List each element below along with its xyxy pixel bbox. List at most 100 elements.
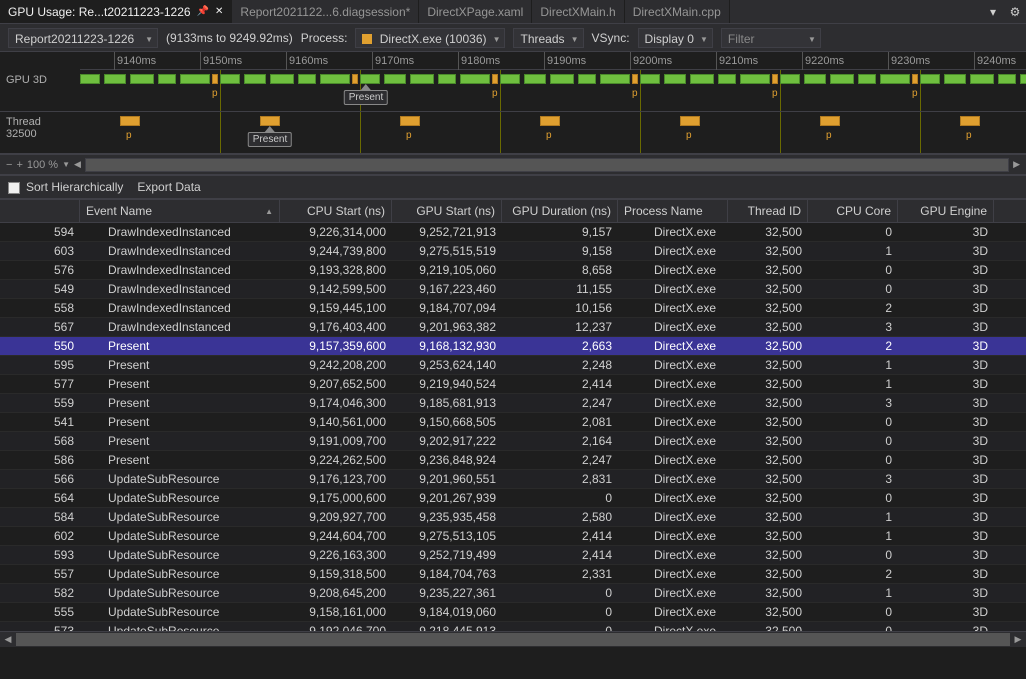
lane-track-thread[interactable]: pppppppPresent xyxy=(80,112,1026,153)
gpu-work-segment[interactable] xyxy=(970,74,994,84)
table-row[interactable]: 557UpdateSubResource9,159,318,5009,184,7… xyxy=(0,565,1026,584)
gpu-work-segment[interactable] xyxy=(550,74,574,84)
col-gpu-duration[interactable]: GPU Duration (ns) xyxy=(502,200,618,222)
gpu-work-segment[interactable] xyxy=(410,74,434,84)
thread-work-segment[interactable] xyxy=(400,116,420,126)
present-marker[interactable] xyxy=(212,74,218,84)
gpu-work-segment[interactable] xyxy=(80,74,100,84)
gpu-work-segment[interactable] xyxy=(998,74,1016,84)
grid-body[interactable]: 594DrawIndexedInstanced9,226,314,0009,25… xyxy=(0,223,1026,631)
gpu-work-segment[interactable] xyxy=(384,74,406,84)
gpu-work-segment[interactable] xyxy=(640,74,660,84)
gpu-work-segment[interactable] xyxy=(880,74,910,84)
sort-hierarchically-checkbox[interactable]: Sort Hierarchically xyxy=(8,180,123,194)
table-row[interactable]: 602UpdateSubResource9,244,604,7009,275,5… xyxy=(0,527,1026,546)
table-row[interactable]: 566UpdateSubResource9,176,123,7009,201,9… xyxy=(0,470,1026,489)
tab-directxpage[interactable]: DirectXPage.xaml xyxy=(419,0,532,23)
timeline-scrollbar[interactable] xyxy=(85,158,1009,172)
gpu-work-segment[interactable] xyxy=(804,74,826,84)
table-row[interactable]: 582UpdateSubResource9,208,645,2009,235,2… xyxy=(0,584,1026,603)
gpu-work-segment[interactable] xyxy=(360,74,380,84)
gpu-work-segment[interactable] xyxy=(718,74,736,84)
gpu-work-segment[interactable] xyxy=(244,74,266,84)
thread-work-segment[interactable] xyxy=(540,116,560,126)
gpu-work-segment[interactable] xyxy=(320,74,350,84)
gpu-work-segment[interactable] xyxy=(830,74,854,84)
table-row[interactable]: 541Present9,140,561,0009,150,668,5052,08… xyxy=(0,413,1026,432)
thread-work-segment[interactable] xyxy=(680,116,700,126)
table-row[interactable]: 549DrawIndexedInstanced9,142,599,5009,16… xyxy=(0,280,1026,299)
table-row[interactable]: 567DrawIndexedInstanced9,176,403,4009,20… xyxy=(0,318,1026,337)
col-index[interactable] xyxy=(0,200,80,222)
gpu-work-segment[interactable] xyxy=(438,74,456,84)
present-marker[interactable] xyxy=(352,74,358,84)
table-row[interactable]: 586Present9,224,262,5009,236,848,9242,24… xyxy=(0,451,1026,470)
gpu-work-segment[interactable] xyxy=(740,74,770,84)
zoom-in-button[interactable]: + xyxy=(16,159,22,171)
tab-gpu-usage[interactable]: GPU Usage: Re...t20211223-1226 📌 ✕ xyxy=(0,0,232,23)
thread-work-segment[interactable] xyxy=(260,116,280,126)
table-row[interactable]: 559Present9,174,046,3009,185,681,9132,24… xyxy=(0,394,1026,413)
gpu-work-segment[interactable] xyxy=(1020,74,1026,84)
table-row[interactable]: 576DrawIndexedInstanced9,193,328,8009,21… xyxy=(0,261,1026,280)
gpu-work-segment[interactable] xyxy=(500,74,520,84)
present-marker[interactable] xyxy=(492,74,498,84)
table-row[interactable]: 594DrawIndexedInstanced9,226,314,0009,25… xyxy=(0,223,1026,242)
tab-overflow-button[interactable]: ▾ xyxy=(982,0,1004,23)
table-row[interactable]: 603DrawIndexedInstanced9,244,739,8009,27… xyxy=(0,242,1026,261)
table-row[interactable]: 568Present9,191,009,7009,202,917,2222,16… xyxy=(0,432,1026,451)
gpu-work-segment[interactable] xyxy=(298,74,316,84)
thread-work-segment[interactable] xyxy=(820,116,840,126)
zoom-dropdown[interactable]: ▼ xyxy=(62,160,70,169)
gpu-work-segment[interactable] xyxy=(664,74,686,84)
table-row[interactable]: 550Present9,157,359,6009,168,132,9302,66… xyxy=(0,337,1026,356)
scroll-left-icon[interactable]: ◀ xyxy=(74,159,81,170)
scroll-left-icon[interactable]: ◀ xyxy=(0,632,16,647)
present-marker[interactable] xyxy=(632,74,638,84)
present-marker[interactable] xyxy=(772,74,778,84)
thread-work-segment[interactable] xyxy=(120,116,140,126)
table-row[interactable]: 577Present9,207,652,5009,219,940,5242,41… xyxy=(0,375,1026,394)
col-event-name[interactable]: Event Name▲ xyxy=(80,200,280,222)
report-selector[interactable]: Report20211223-1226 ▼ xyxy=(8,28,158,48)
table-row[interactable]: 555UpdateSubResource9,158,161,0009,184,0… xyxy=(0,603,1026,622)
gpu-work-segment[interactable] xyxy=(920,74,940,84)
col-gpu-start[interactable]: GPU Start (ns) xyxy=(392,200,502,222)
gpu-work-segment[interactable] xyxy=(780,74,800,84)
table-row[interactable]: 558DrawIndexedInstanced9,159,445,1009,18… xyxy=(0,299,1026,318)
gpu-work-segment[interactable] xyxy=(180,74,210,84)
col-thread-id[interactable]: Thread ID xyxy=(728,200,808,222)
export-data-button[interactable]: Export Data xyxy=(137,180,200,194)
gpu-work-segment[interactable] xyxy=(130,74,154,84)
scroll-right-icon[interactable]: ▶ xyxy=(1013,159,1020,170)
tab-directxmain-h[interactable]: DirectXMain.h xyxy=(532,0,624,23)
gpu-work-segment[interactable] xyxy=(944,74,966,84)
gpu-work-segment[interactable] xyxy=(690,74,714,84)
col-cpu-core[interactable]: CPU Core xyxy=(808,200,898,222)
pin-icon[interactable]: 📌 xyxy=(197,6,209,17)
gpu-work-segment[interactable] xyxy=(104,74,126,84)
filter-input[interactable]: Filter ▼ xyxy=(721,28,821,48)
gpu-work-segment[interactable] xyxy=(158,74,176,84)
gpu-work-segment[interactable] xyxy=(600,74,630,84)
close-icon[interactable]: ✕ xyxy=(215,6,223,17)
threads-selector[interactable]: Threads ▼ xyxy=(513,28,583,48)
tab-directxmain-cpp[interactable]: DirectXMain.cpp xyxy=(625,0,730,23)
table-row[interactable]: 573UpdateSubResource9,192,046,7009,218,4… xyxy=(0,622,1026,631)
scroll-right-icon[interactable]: ▶ xyxy=(1010,632,1026,647)
gpu-work-segment[interactable] xyxy=(858,74,876,84)
col-cpu-start[interactable]: CPU Start (ns) xyxy=(280,200,392,222)
gpu-work-segment[interactable] xyxy=(460,74,490,84)
gpu-work-segment[interactable] xyxy=(220,74,240,84)
thread-work-segment[interactable] xyxy=(960,116,980,126)
gpu-work-segment[interactable] xyxy=(524,74,546,84)
gpu-work-segment[interactable] xyxy=(578,74,596,84)
lane-track-gpu[interactable]: pppppppPresent xyxy=(80,70,1026,111)
zoom-out-button[interactable]: − xyxy=(6,159,12,171)
tab-diagsession[interactable]: Report2021122...6.diagsession* xyxy=(232,0,419,23)
table-row[interactable]: 593UpdateSubResource9,226,163,3009,252,7… xyxy=(0,546,1026,565)
settings-gear-icon[interactable]: ⚙ xyxy=(1004,0,1026,23)
horizontal-scrollbar[interactable]: ◀ ▶ xyxy=(0,631,1026,647)
vsync-selector[interactable]: Display 0 ▼ xyxy=(638,28,713,48)
present-marker[interactable] xyxy=(912,74,918,84)
